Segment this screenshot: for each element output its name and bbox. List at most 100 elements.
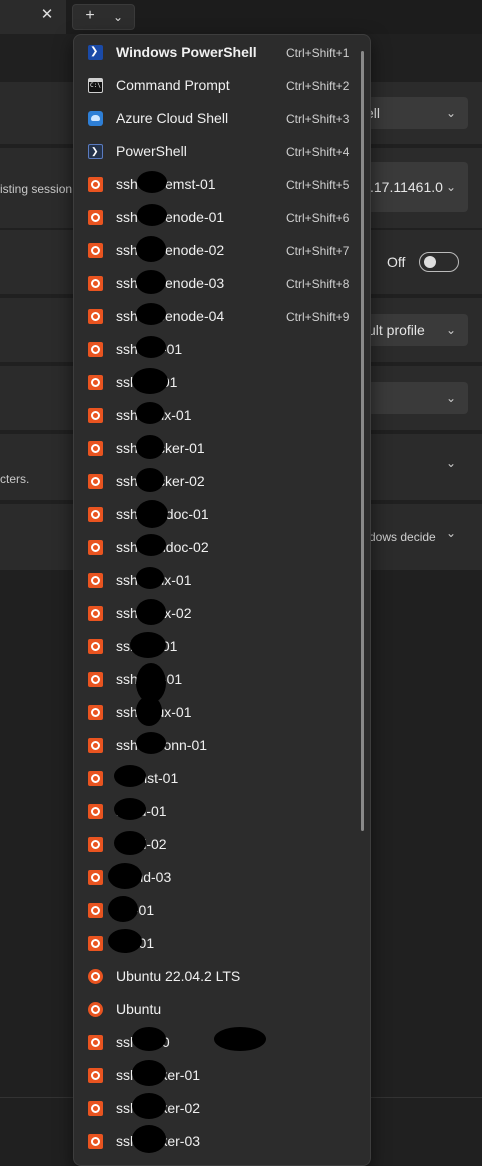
menu-item-shortcut: Ctrl+Shift+2 (286, 79, 350, 93)
menu-item[interactable]: ssh-nta-01 (74, 663, 364, 696)
menu-item[interactable]: ssl-docker-02 (74, 1092, 364, 1125)
menu-item[interactable]: Ubuntu (74, 993, 364, 1026)
plus-icon[interactable]: + (81, 6, 99, 26)
redaction-mark (136, 696, 162, 726)
menu-item-shortcut: Ctrl+Shift+1 (286, 46, 350, 60)
windows-decide-value: dows decide (369, 530, 436, 544)
redaction-mark (132, 1060, 166, 1086)
menu-item[interactable]: ssh-linux-02 (74, 597, 364, 630)
ubuntu-icon (88, 210, 103, 225)
redaction-mark (114, 831, 146, 855)
menu-item[interactable]: ssh-docker-01 (74, 432, 364, 465)
redaction-mark (137, 204, 167, 226)
menu-item[interactable]: ssh-linux-01 (74, 696, 364, 729)
menu-item[interactable]: ssl-apt-01 (74, 366, 364, 399)
tab-bar: ✕ + ⌄ (0, 0, 482, 34)
menu-item[interactable]: ssh-docker-02 (74, 465, 364, 498)
toggle-knob (424, 256, 436, 268)
active-tab[interactable]: ✕ (0, 0, 66, 34)
ubuntu-icon (88, 639, 103, 654)
ubuntu-icon (88, 573, 103, 588)
menu-item[interactable]: PowerShell Ctrl+Shift+4 (74, 135, 364, 168)
redaction-mark (214, 1027, 266, 1051)
default-terminal-dropdown[interactable]: .17.11461.0 ⌄ (364, 162, 468, 212)
new-tab-dropdown-menu: Windows PowerShell Ctrl+Shift+1 Command Pr… (73, 34, 371, 1166)
menu-item[interactable]: ssh-kubenode-02 Ctrl+Shift+7 (74, 234, 364, 267)
ubuntu-icon (88, 540, 103, 555)
redaction-mark (137, 171, 167, 193)
ubuntu-icon (88, 342, 103, 357)
menu-item[interactable]: ssh-ubudoc-02 (74, 531, 364, 564)
command-prompt-icon (88, 78, 103, 93)
new-instance-dropdown[interactable]: ult profile ⌄ (362, 314, 468, 346)
ubuntu-icon (88, 474, 103, 489)
toggle-state-label: Off (387, 254, 406, 270)
menu-item-shortcut: Ctrl+Shift+3 (286, 112, 350, 126)
menu-item[interactable]: ssl-docker-01 (74, 1059, 364, 1092)
chevron-down-icon[interactable]: ⌄ (107, 7, 129, 27)
ubuntu-icon (88, 441, 103, 456)
menu-item-label: Ubuntu (116, 1001, 162, 1017)
chevron-down-icon: ⌄ (445, 323, 456, 337)
menu-item[interactable]: ssh-kubenode-01 Ctrl+Shift+6 (74, 201, 364, 234)
menu-item[interactable]: ssh-linux-01 (74, 564, 364, 597)
ubuntu-icon (88, 738, 103, 753)
close-icon[interactable]: ✕ (36, 4, 58, 26)
ubuntu-icon (88, 1068, 103, 1083)
menu-item-shortcut: Ctrl+Shift+7 (286, 244, 350, 258)
chevron-down-icon: ⌄ (445, 106, 456, 120)
menu-item-shortcut: Ctrl+Shift+8 (286, 277, 350, 291)
menu-item[interactable]: Windows PowerShell Ctrl+Shift+1 (74, 36, 364, 69)
menu-item[interactable]: Command Prompt Ctrl+Shift+2 (74, 69, 364, 102)
launch-toggle[interactable] (419, 252, 459, 272)
redaction-mark (136, 435, 164, 459)
azure-cloud-shell-icon (88, 111, 103, 126)
redaction-mark (136, 468, 164, 492)
ubuntu-icon (88, 672, 103, 687)
new-instance-value: ult profile (368, 322, 425, 338)
ubuntu-circle-icon (88, 1002, 103, 1017)
menu-item-label: ssh-kubenode-02 (116, 242, 225, 258)
ubuntu-icon (88, 177, 103, 192)
menu-item[interactable]: Azure Cloud Shell Ctrl+Shift+3 (74, 102, 364, 135)
menu-scrollbar[interactable] (361, 51, 364, 831)
ubuntu-icon (88, 771, 103, 786)
menu-item-label: Command Prompt (116, 77, 230, 93)
menu-item[interactable]: ssh-ubudoc-01 (74, 498, 364, 531)
redaction-mark (114, 798, 146, 820)
menu-item-label: PowerShell (116, 143, 187, 159)
ubuntu-icon (88, 1035, 103, 1050)
ubuntu-icon (88, 507, 103, 522)
chars-description: cters. (0, 472, 30, 486)
ubuntu-icon (88, 408, 103, 423)
chevron-down-icon[interactable]: ⌄ (446, 456, 456, 470)
powershell-core-icon (88, 144, 103, 159)
chevron-down-icon: ⌄ (445, 391, 456, 405)
redaction-mark (136, 270, 166, 294)
ubuntu-icon (88, 309, 103, 324)
redaction-mark (114, 765, 146, 787)
launch-mode-dropdown[interactable]: ⌄ (362, 382, 468, 414)
ubuntu-icon (88, 903, 103, 918)
redaction-mark (132, 1027, 166, 1051)
default-profile-dropdown[interactable]: ell ⌄ (360, 97, 468, 129)
ubuntu-icon (88, 276, 103, 291)
menu-item[interactable]: ssl-docker-03 (74, 1125, 364, 1158)
menu-item[interactable]: Ubuntu 22.04.2 LTS (74, 960, 364, 993)
ubuntu-icon (88, 606, 103, 621)
new-tab-split-button: + ⌄ (72, 4, 135, 30)
menu-item[interactable]: ssh-linux-01 (74, 399, 364, 432)
menu-item[interactable]: ssh-csconn-01 (74, 729, 364, 762)
menu-item[interactable]: ssh-kubemst-01Ctrl+Shift+5 (74, 168, 364, 201)
version-value: .17.11461.0 (370, 179, 443, 195)
menu-item-label: ssh-kubenode-04 (116, 308, 225, 324)
menu-item[interactable]: ssh-kubenode-04 Ctrl+Shift+9 (74, 300, 364, 333)
menu-item[interactable]: ssh-apt-01 (74, 333, 364, 366)
chevron-down-icon[interactable]: ⌄ (446, 526, 456, 540)
menu-item-label: Ubuntu 22.04.2 LTS (116, 968, 241, 984)
redaction-mark (136, 236, 166, 262)
ubuntu-icon (88, 1101, 103, 1116)
menu-item[interactable]: ssl-nta-01 (74, 630, 364, 663)
menu-item-shortcut: Ctrl+Shift+6 (286, 211, 350, 225)
menu-item[interactable]: ssh-kubenode-03 Ctrl+Shift+8 (74, 267, 364, 300)
